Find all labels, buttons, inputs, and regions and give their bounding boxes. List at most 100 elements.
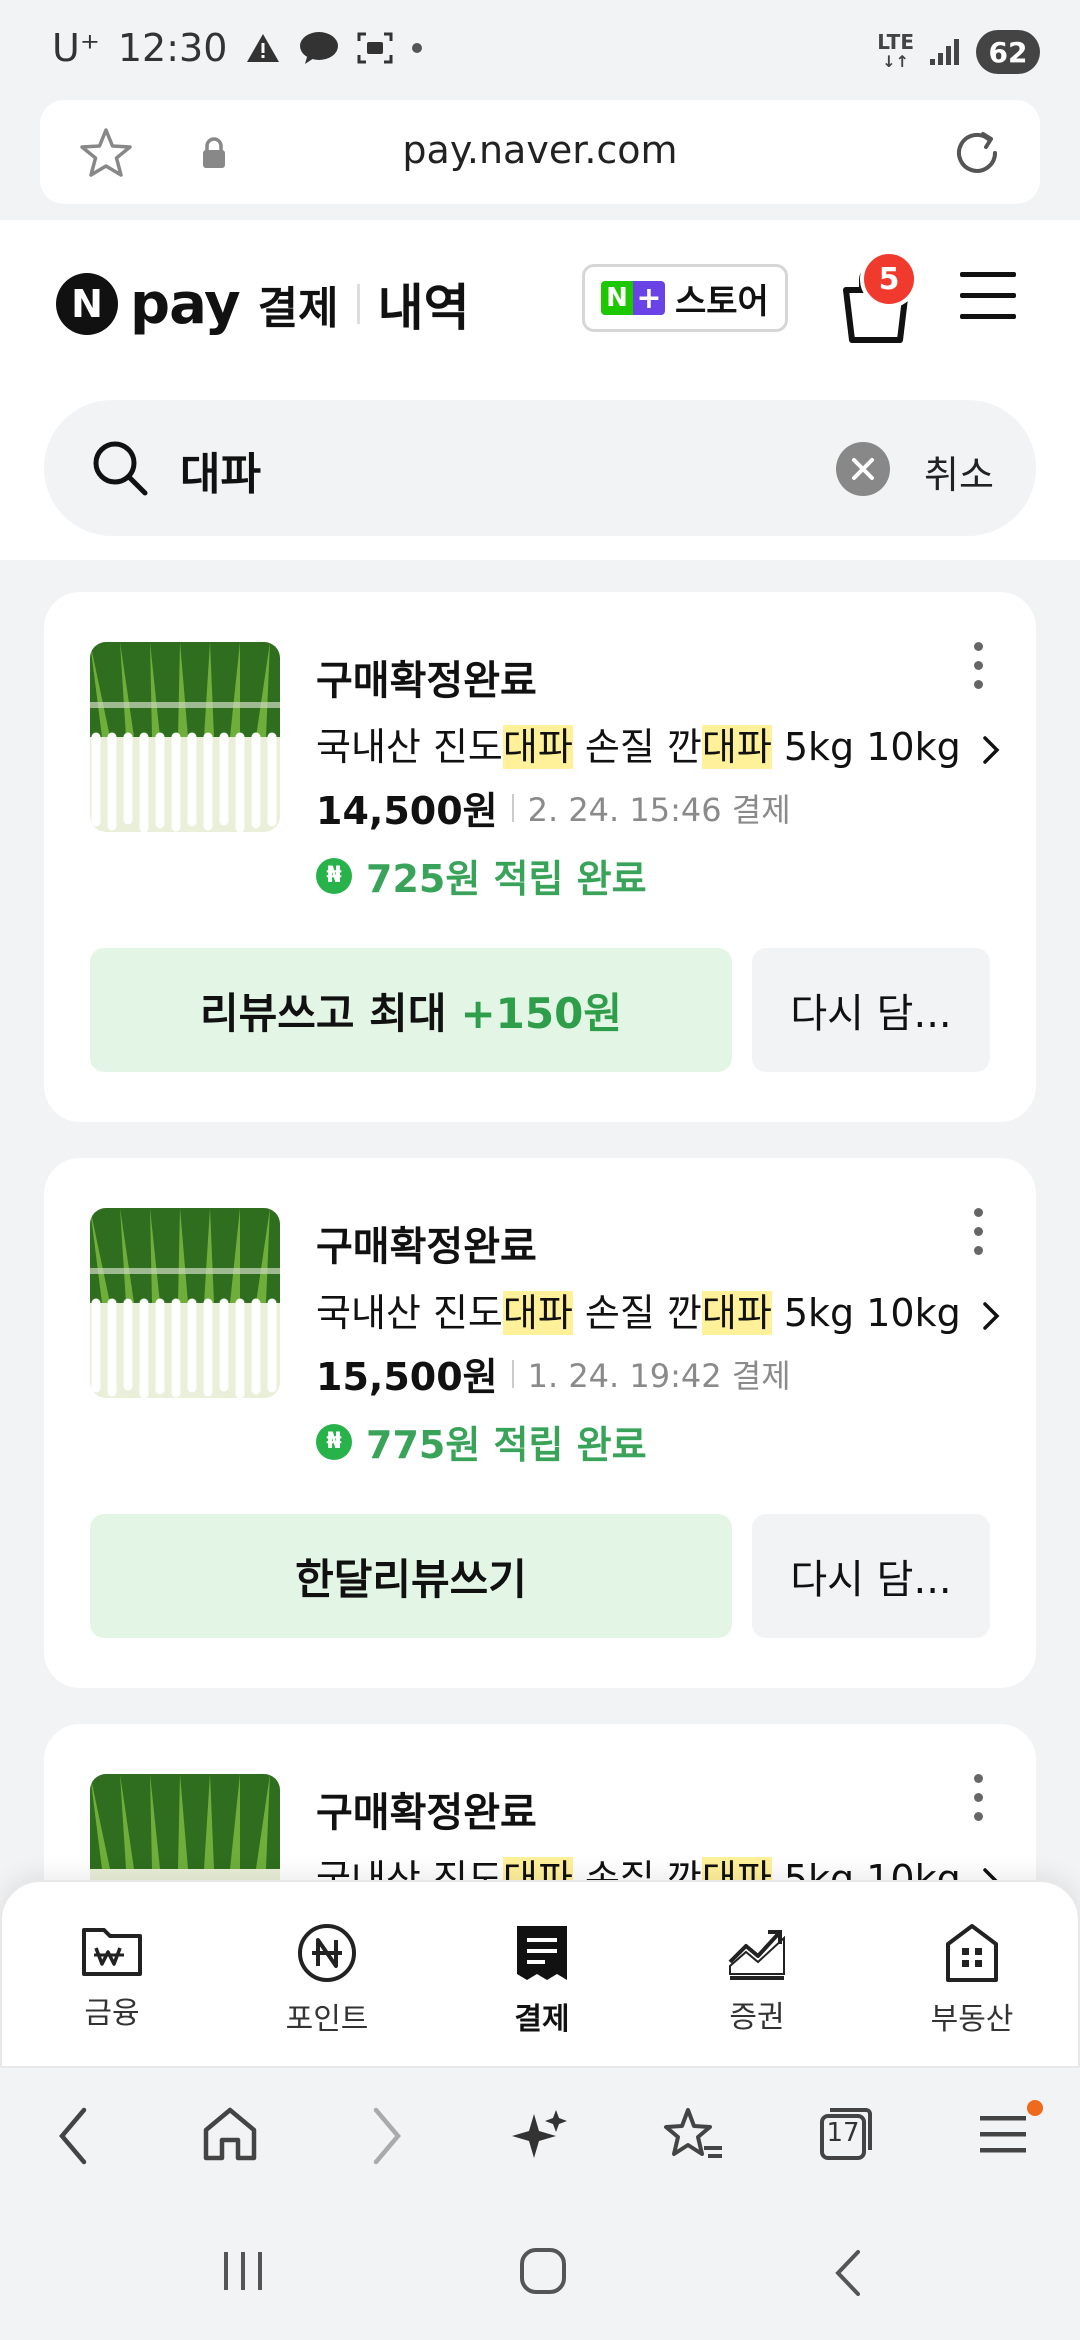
title-text: 5kg 10kg	[771, 1291, 961, 1335]
order-status: 구매확정완료	[316, 1224, 537, 1270]
carrier-label: U⁺	[52, 26, 100, 70]
naver-n-icon: N	[56, 273, 118, 335]
divider	[511, 1359, 514, 1388]
title-text: 손질 깐	[572, 1291, 702, 1335]
home-button-icon[interactable]	[518, 2246, 568, 2296]
notification-dot-icon	[412, 43, 423, 53]
add-to-cart-again-button[interactable]: 다시 담...	[752, 1514, 990, 1638]
recent-apps-icon[interactable]	[218, 2248, 268, 2294]
stock-chart-icon	[728, 1930, 785, 1980]
signal-icon	[930, 39, 959, 65]
review-label: 한달리뷰쓰기	[295, 1554, 527, 1604]
clear-search-button[interactable]	[836, 442, 890, 496]
reward-row: ₦ 775원 적립 완료	[316, 1414, 647, 1469]
tab-finance[interactable]: 금융	[32, 1922, 192, 2032]
title-highlight: 대파	[701, 725, 772, 769]
review-bonus: +150원	[460, 988, 622, 1038]
green-onion-image	[90, 1208, 280, 1398]
order-date: 1. 24. 19:42 결제	[527, 1356, 791, 1395]
npoint-icon: ₦	[316, 857, 352, 894]
logo-pay-text: pay	[130, 271, 241, 337]
product-thumbnail[interactable]	[90, 1208, 280, 1398]
green-onion-image	[90, 642, 280, 832]
network-indicator: LTE ↓↑	[877, 30, 914, 71]
more-options-icon[interactable]	[968, 642, 988, 689]
status-bar: U⁺ 12:30 LTE ↓↑ 62	[0, 0, 1080, 100]
product-title-link[interactable]: 국내산 진도대파 손질 깐대파 5kg 10kg	[316, 1282, 1001, 1337]
order-card[interactable]: 구매확정완료 국내산 진도대파 손질 깐대파 5kg 10kg 15,500원 …	[44, 1158, 1036, 1688]
npoint-icon: ₦	[316, 1423, 352, 1460]
tab-label: 증권	[729, 2000, 785, 2035]
nplus-store-button[interactable]: N + 스토어	[582, 264, 788, 332]
close-icon	[852, 458, 874, 480]
battery-indicator: 62	[976, 30, 1040, 74]
search-icon	[93, 441, 148, 496]
warning-icon	[247, 34, 280, 62]
ai-sparkle-icon[interactable]	[508, 2104, 572, 2168]
reload-icon[interactable]	[950, 126, 1004, 180]
search-bar[interactable]: 대파 취소	[44, 400, 1036, 536]
write-review-button[interactable]: 리뷰쓰고 최대 +150원	[90, 948, 732, 1072]
tab-label: 부동산	[930, 2002, 1014, 2037]
order-status: 구매확정완료	[316, 1790, 537, 1836]
clock: 12:30	[117, 26, 228, 70]
more-options-icon[interactable]	[968, 1774, 988, 1821]
wallet-icon	[82, 1928, 142, 1976]
bottom-tab-bar: 금융 포인트 결제 증권 부동산	[0, 1880, 1080, 2068]
reward-text: 775원 적립 완료	[366, 1423, 647, 1467]
price-row: 15,500원 1. 24. 19:42 결제	[316, 1346, 791, 1401]
product-title-link[interactable]: 국내산 진도대파 손질 깐대파 5kg 10kg	[316, 716, 1001, 771]
nplus-badge-n: N	[601, 281, 633, 315]
nplus-badge-icon: N +	[601, 281, 665, 315]
store-label: 스토어	[675, 281, 769, 322]
bookmarks-icon[interactable]	[662, 2104, 726, 2168]
add-to-cart-again-button[interactable]: 다시 담...	[752, 948, 990, 1072]
back-icon[interactable]	[54, 2104, 94, 2168]
tab-real-estate[interactable]: 부동산	[892, 1922, 1052, 2038]
hamburger-menu-icon[interactable]	[958, 268, 1018, 324]
tab-count: 17	[826, 2118, 860, 2148]
section-payment-title: 결제	[257, 283, 339, 334]
title-text: 국내산 진도	[316, 1291, 503, 1335]
header: N pay 결제 내역 N + 스토어 5 대파 취소	[0, 220, 1080, 560]
product-thumbnail[interactable]	[90, 642, 280, 832]
building-icon	[946, 1924, 998, 1982]
title-highlight: 대파	[502, 1291, 573, 1335]
npoint-icon	[298, 1924, 356, 1982]
order-status: 구매확정완료	[316, 658, 537, 704]
tab-label: 금융	[84, 1996, 140, 2031]
order-date: 2. 24. 15:46 결제	[527, 790, 791, 829]
title-highlight: 대파	[701, 1291, 772, 1335]
price-row: 14,500원 2. 24. 15:46 결제	[316, 780, 791, 835]
tab-label: 결제	[514, 2002, 570, 2037]
title-text: 국내산 진도	[316, 725, 503, 769]
receipt-icon	[517, 1926, 567, 1980]
browser-toolbar: 17	[0, 2068, 1080, 2208]
title-highlight: 대파	[502, 725, 573, 769]
order-card[interactable]: 구매확정완료 국내산 진도대파 손질 깐대파 5kg 10kg 14,500원 …	[44, 592, 1036, 1122]
tab-point[interactable]: 포인트	[247, 1922, 407, 2038]
search-cancel-button[interactable]: 취소	[924, 444, 994, 499]
url-bar[interactable]: pay.naver.com	[40, 100, 1040, 204]
browser-menu-icon[interactable]	[978, 2104, 1028, 2164]
section-history-title: 내역	[377, 279, 470, 337]
tabs-button[interactable]: 17	[816, 2104, 876, 2164]
forward-icon[interactable]	[366, 2104, 406, 2168]
title-text: 손질 깐	[572, 725, 702, 769]
write-review-button[interactable]: 한달리뷰쓰기	[90, 1514, 732, 1638]
tab-stocks[interactable]: 증권	[677, 1922, 837, 2036]
nplus-badge-plus: +	[633, 281, 665, 315]
screenshot-icon	[357, 32, 393, 64]
home-icon[interactable]	[200, 2104, 260, 2164]
search-input[interactable]: 대파	[180, 438, 261, 502]
more-options-icon[interactable]	[968, 1208, 988, 1255]
title-divider	[356, 284, 360, 324]
tab-label: 포인트	[285, 2002, 369, 2037]
menu-notification-dot	[1027, 2100, 1043, 2116]
chevron-right-icon	[983, 1301, 1000, 1330]
url-text[interactable]: pay.naver.com	[40, 128, 1040, 172]
npay-logo[interactable]: N pay 결제 내역	[56, 268, 470, 340]
reward-text: 725원 적립 완료	[366, 857, 647, 901]
system-back-icon[interactable]	[830, 2248, 866, 2298]
tab-payment[interactable]: 결제	[462, 1922, 622, 2038]
